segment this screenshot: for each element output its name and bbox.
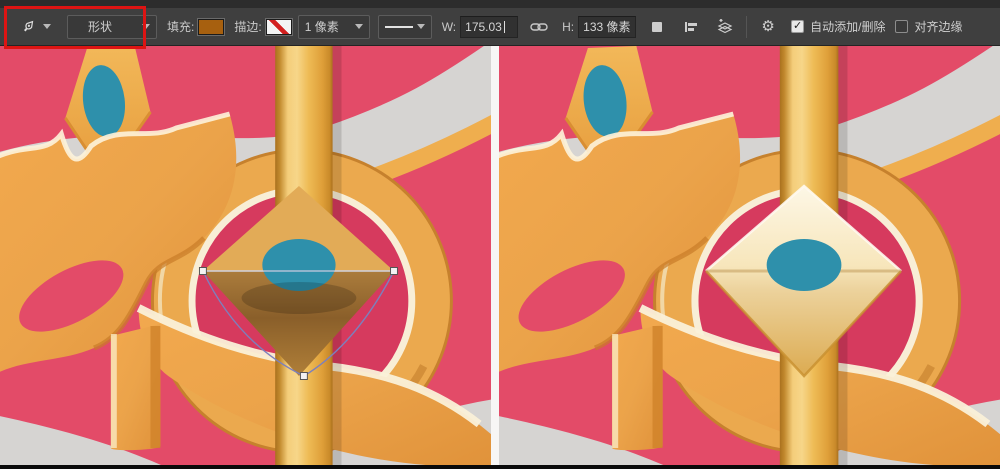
stroke-type-select[interactable] [378,15,432,39]
height-label: H: [562,20,574,34]
document-canvas [0,46,1000,465]
stroke-color-swatch[interactable] [266,19,292,35]
auto-add-delete-label: 自动添加/删除 [810,18,885,35]
height-input[interactable]: 133 像素 [578,16,636,38]
chevron-down-icon [355,24,363,29]
link-icon [530,21,548,33]
window-top-strip [0,0,1000,8]
height-value: 133 像素 [583,18,630,35]
stroke-width-select[interactable]: 1 像素 [298,15,370,39]
path-alignment-icon [683,20,699,34]
path-alignment-button[interactable] [678,14,704,40]
chevron-down-icon [417,24,425,29]
tool-settings-button[interactable]: ⚙ [755,14,781,40]
fill-color-swatch[interactable] [198,19,224,35]
width-value: 175.03 [465,20,502,34]
tool-mode-select[interactable]: 形状 [67,15,157,39]
width-label: W: [442,20,456,34]
path-anchor[interactable] [199,268,206,275]
solid-line-icon [385,26,413,28]
stroke-label: 描边: [234,18,261,35]
align-edges-checkbox[interactable] [895,20,908,33]
width-input[interactable]: 175.03 [460,16,518,38]
auto-add-delete-checkbox[interactable]: ✓ [791,20,804,33]
artwork-left [0,46,491,465]
gear-icon: ⚙ [761,19,774,34]
pen-tool-button[interactable] [16,17,55,37]
path-operations-icon [650,20,664,34]
checkmark-icon: ✓ [793,21,802,32]
canvas-panel-right[interactable] [499,46,1000,465]
window-bottom-strip [0,465,1000,469]
path-arrangement-button[interactable] [712,14,738,40]
path-arrangement-icon [716,19,734,34]
link-dimensions-button[interactable] [526,14,552,40]
photoshop-window: 形状 填充: 描边: 1 像素 W: 175.03 H: 133 [0,0,1000,469]
toolbar-separator [746,16,747,38]
text-cursor [504,21,505,33]
align-edges-label: 对齐边缘 [914,18,962,35]
pen-tool-icon [20,19,36,35]
chevron-down-icon [43,24,51,29]
fill-label: 填充: [167,18,194,35]
canvas-panel-left[interactable] [0,46,491,465]
tool-options-bar: 形状 填充: 描边: 1 像素 W: 175.03 H: 133 [0,8,1000,46]
path-operations-button[interactable] [644,14,670,40]
artwork-right [499,46,1000,465]
path-anchor[interactable] [391,268,398,275]
chevron-down-icon [142,24,150,29]
stroke-width-value: 1 像素 [305,18,339,35]
path-anchor[interactable] [300,373,307,380]
tool-mode-value: 形状 [88,18,112,35]
panel-divider [491,46,499,465]
